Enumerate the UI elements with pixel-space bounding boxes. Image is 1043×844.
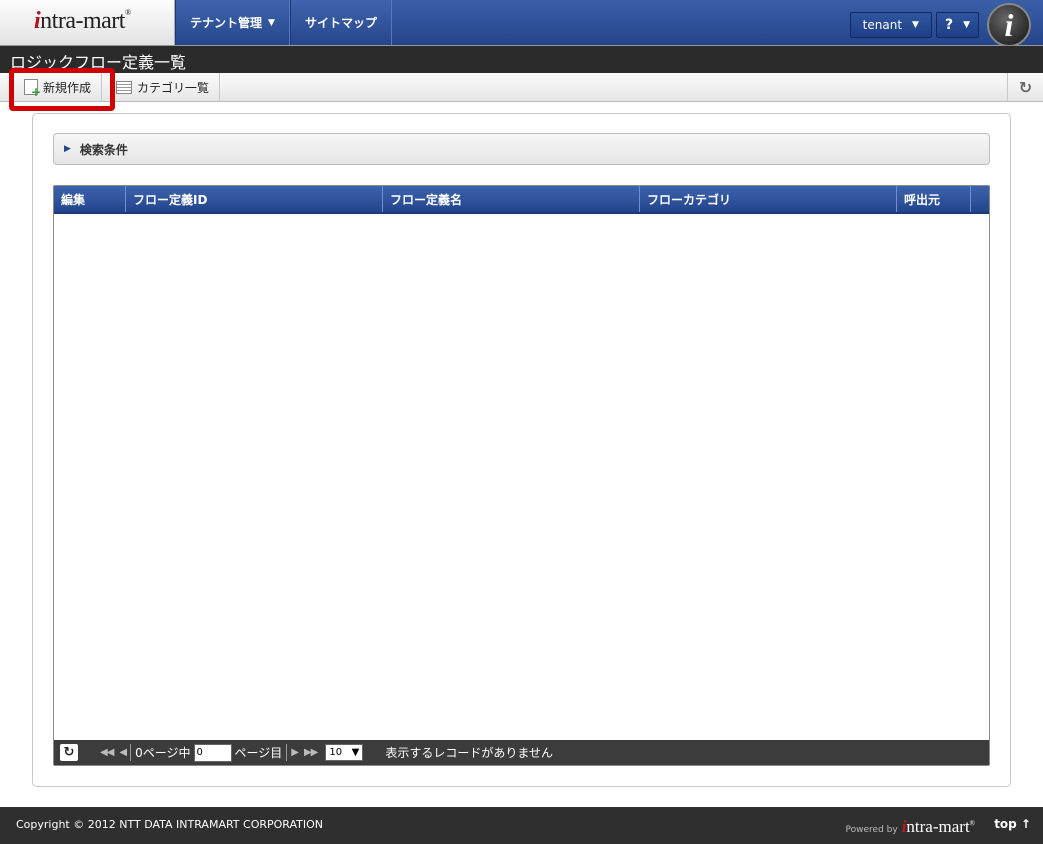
header-controls: tenant ▼ ? ▼: [849, 12, 979, 38]
chevron-down-icon: ▼: [963, 20, 970, 30]
column-header-flow-category[interactable]: フローカテゴリ: [640, 186, 897, 212]
page-size-value: 10: [329, 747, 343, 758]
page-number-input[interactable]: 0: [193, 743, 232, 762]
page-size-select[interactable]: 10 ▼: [325, 744, 364, 761]
title-bar: ロジックフロー定義一覧: [0, 46, 1043, 73]
search-conditions-label: 検索条件: [79, 142, 128, 157]
user-menu-label: tenant: [862, 18, 903, 32]
powered-by-label: Powered by: [845, 825, 898, 835]
toolbar: 新規作成 カテゴリ一覧: [0, 73, 1043, 102]
category-list-label: カテゴリ一覧: [137, 80, 210, 95]
refresh-button[interactable]: ↻: [1007, 73, 1043, 102]
nav-tenant-management[interactable]: テナント管理 ▼: [175, 0, 290, 45]
footer: Copyright © 2012 NTT DATA INTRAMART CORP…: [0, 807, 1043, 844]
page-number-value: 0: [196, 747, 203, 758]
category-list-button[interactable]: カテゴリ一覧: [106, 73, 221, 101]
refresh-icon: ↻: [1018, 78, 1033, 97]
total-pages: 0: [135, 745, 143, 760]
flow-definition-table: 編集 フロー定義ID フロー定義名 フローカテゴリ 呼出元 ↻ ◀◀ ◀ 0 ペ…: [53, 185, 990, 766]
avatar-letter: i: [1004, 6, 1014, 43]
table-header: 編集 フロー定義ID フロー定義名 フローカテゴリ 呼出元: [54, 186, 989, 214]
nav-sitemap[interactable]: サイトマップ: [289, 0, 392, 45]
column-header-flow-id[interactable]: フロー定義ID: [126, 186, 383, 212]
column-header-label: フローカテゴリ: [647, 192, 732, 207]
user-menu-button[interactable]: tenant ▼: [849, 12, 932, 38]
help-menu-button[interactable]: ? ▼: [935, 12, 979, 38]
help-icon: ?: [944, 17, 954, 33]
next-page-icon[interactable]: ▶: [291, 747, 299, 758]
footer-logo: intra-mart®: [901, 817, 975, 836]
empty-message: 表示するレコードがありません: [385, 746, 554, 760]
column-header-edit[interactable]: 編集: [54, 186, 126, 212]
chevron-down-icon: ▼: [268, 17, 275, 28]
pager-refresh-button[interactable]: ↻: [60, 744, 78, 761]
chevron-down-icon: ▼: [351, 747, 360, 758]
prev-page-icon[interactable]: ◀: [119, 747, 127, 758]
first-page-icon[interactable]: ◀◀: [100, 747, 114, 758]
column-header-flow-name[interactable]: フロー定義名: [383, 186, 640, 212]
list-icon: [116, 80, 132, 94]
main-nav: テナント管理 ▼ サイトマップ: [175, 0, 392, 45]
logo-registered: ®: [124, 8, 131, 17]
column-header-label: フロー定義ID: [133, 192, 208, 207]
column-header-caller[interactable]: 呼出元: [897, 186, 971, 212]
top-header: intra-mart® テナント管理 ▼ サイトマップ tenant ▼ ? ▼…: [0, 0, 1043, 47]
intra-mart-logo[interactable]: intra-mart®: [34, 8, 131, 35]
highlight-box: [9, 68, 115, 111]
page-of-label: ページ中: [142, 746, 191, 760]
search-conditions-toggle[interactable]: ▶ 検索条件: [53, 133, 990, 165]
nav-tenant-management-label: テナント管理: [190, 16, 263, 30]
column-header-label: フロー定義名: [390, 192, 463, 207]
nav-sitemap-label: サイトマップ: [304, 16, 377, 30]
logo-rest: ntra-mart: [40, 8, 125, 34]
back-to-top-link[interactable]: top ↑: [994, 817, 1031, 831]
page-suffix-label: ページ目: [234, 746, 283, 760]
chevron-down-icon: ▼: [912, 20, 919, 30]
expand-triangle-icon: ▶: [64, 144, 71, 154]
pager-separator: [286, 744, 288, 761]
avatar[interactable]: i: [987, 3, 1031, 47]
refresh-icon: ↻: [63, 745, 75, 760]
last-page-icon[interactable]: ▶▶: [304, 747, 318, 758]
logo-area: intra-mart®: [0, 0, 175, 45]
pager-bar: ↻ ◀◀ ◀ 0 ページ中 0 ページ目 ▶ ▶▶ 10 ▼ 表示するレコードが…: [54, 740, 989, 765]
powered-by: Powered by intra-mart®: [846, 817, 975, 837]
pager-separator: [130, 744, 132, 761]
content-panel: ▶ 検索条件 編集 フロー定義ID フロー定義名 フローカテゴリ 呼出元 ↻ ◀…: [32, 113, 1011, 787]
column-header-label: 編集: [61, 192, 86, 207]
copyright-text: Copyright © 2012 NTT DATA INTRAMART CORP…: [16, 818, 324, 831]
column-header-label: 呼出元: [904, 192, 941, 207]
